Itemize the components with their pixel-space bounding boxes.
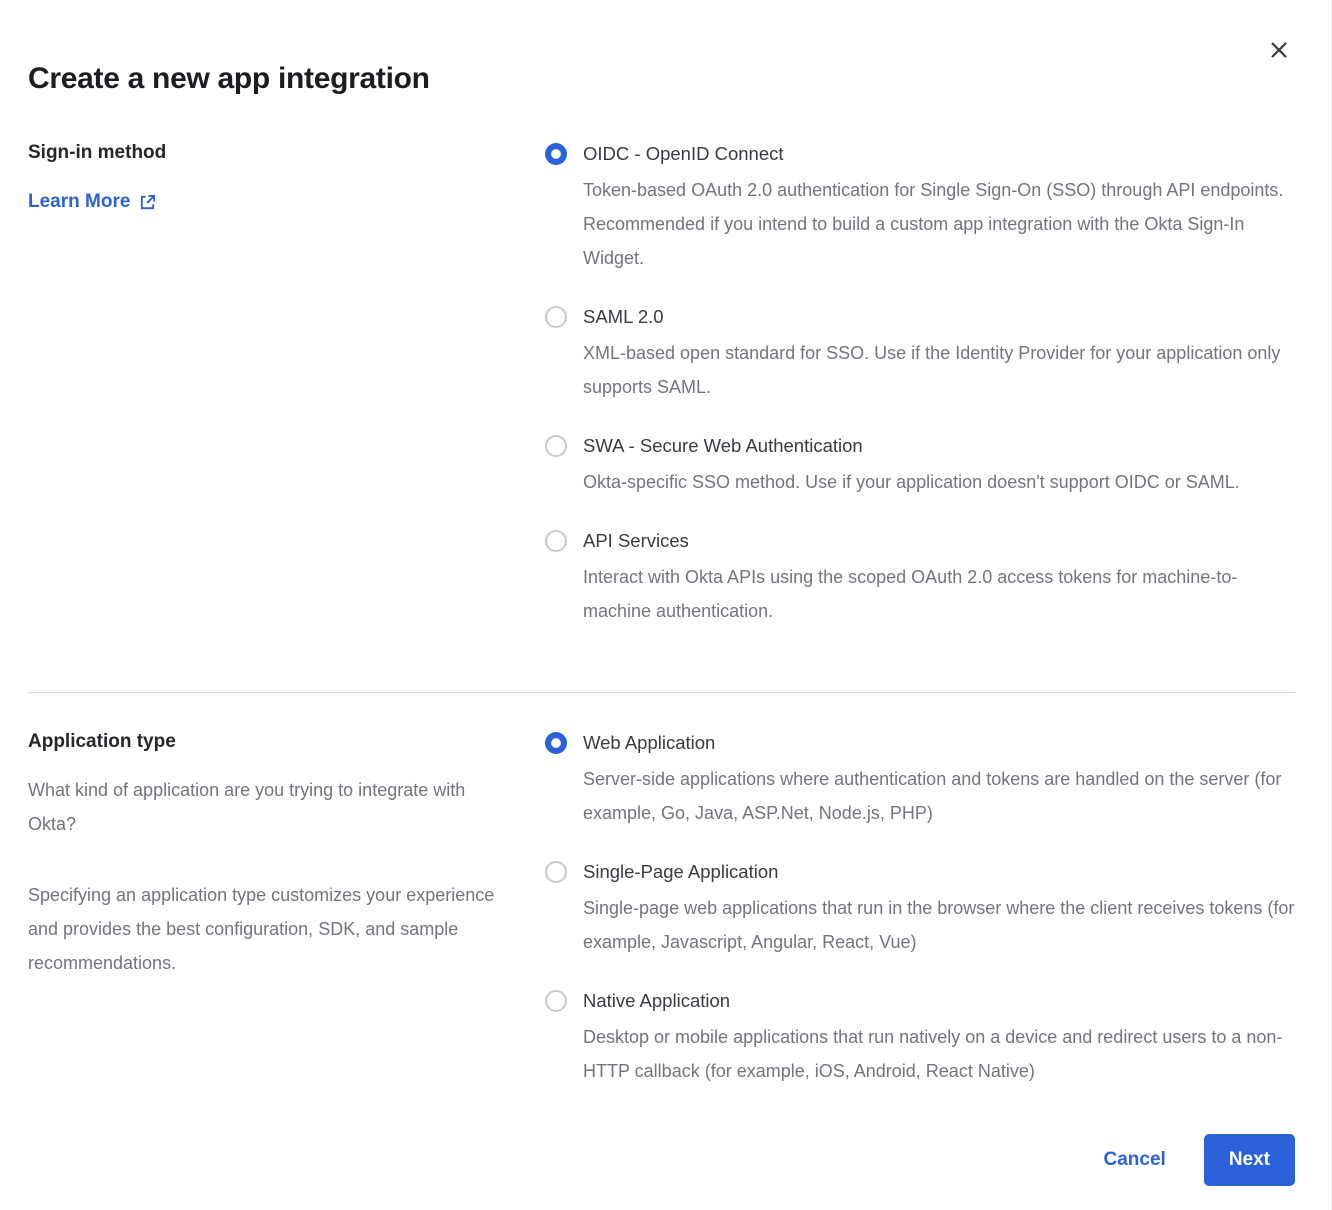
radio-unselected-icon[interactable]	[545, 990, 567, 1012]
radio-unselected-icon[interactable]	[545, 306, 567, 328]
option-label-single-page-application[interactable]: Single-Page Application	[583, 860, 1295, 884]
option-label-api-services[interactable]: API Services	[583, 529, 1295, 553]
cancel-button[interactable]: Cancel	[1104, 1149, 1166, 1171]
learn-more-label: Learn More	[28, 191, 130, 213]
external-link-icon	[139, 194, 156, 211]
application-type-section: Application type What kind of applicatio…	[28, 731, 1295, 1088]
option-description-single-page-application: Single-page web applications that run in…	[583, 891, 1295, 959]
option-description-native-application: Desktop or mobile applications that run …	[583, 1020, 1295, 1088]
option-description-saml: XML-based open standard for SSO. Use if …	[583, 336, 1295, 404]
close-icon	[1270, 41, 1288, 59]
radio-option-oidc[interactable]: OIDC - OpenID Connect Token-based OAuth …	[545, 142, 1295, 275]
application-type-intro: What kind of application are you trying …	[28, 773, 500, 841]
section-divider	[28, 692, 1295, 693]
radio-unselected-icon[interactable]	[545, 861, 567, 883]
option-description-oidc: Token-based OAuth 2.0 authentication for…	[583, 173, 1295, 275]
dialog-title: Create a new app integration	[28, 62, 1295, 96]
close-button[interactable]	[1265, 36, 1293, 64]
radio-option-native-application[interactable]: Native Application Desktop or mobile app…	[545, 989, 1295, 1088]
application-type-label: Application type	[28, 731, 545, 753]
radio-selected-icon[interactable]	[545, 732, 567, 754]
radio-option-web-application[interactable]: Web Application Server-side applications…	[545, 731, 1295, 830]
radio-unselected-icon[interactable]	[545, 435, 567, 457]
option-description-swa: Okta-specific SSO method. Use if your ap…	[583, 465, 1240, 499]
create-app-integration-dialog: Create a new app integration Sign-in met…	[0, 0, 1331, 1210]
radio-option-single-page-application[interactable]: Single-Page Application Single-page web …	[545, 860, 1295, 959]
signin-method-section: Sign-in method Learn More OIDC - OpenID …	[28, 142, 1295, 628]
application-type-note: Specifying an application type customize…	[28, 878, 500, 980]
option-label-native-application[interactable]: Native Application	[583, 989, 1295, 1013]
radio-selected-icon[interactable]	[545, 143, 567, 165]
radio-option-api-services[interactable]: API Services Interact with Okta APIs usi…	[545, 529, 1295, 628]
learn-more-link[interactable]: Learn More	[28, 191, 156, 213]
radio-option-swa[interactable]: SWA - Secure Web Authentication Okta-spe…	[545, 434, 1295, 499]
option-label-saml[interactable]: SAML 2.0	[583, 305, 1295, 329]
option-description-api-services: Interact with Okta APIs using the scoped…	[583, 560, 1295, 628]
option-label-swa[interactable]: SWA - Secure Web Authentication	[583, 434, 1240, 458]
option-description-web-application: Server-side applications where authentic…	[583, 762, 1295, 830]
dialog-footer: Cancel Next	[28, 1134, 1295, 1186]
next-button[interactable]: Next	[1204, 1134, 1295, 1186]
signin-method-label: Sign-in method	[28, 142, 545, 164]
option-label-web-application[interactable]: Web Application	[583, 731, 1295, 755]
radio-option-saml[interactable]: SAML 2.0 XML-based open standard for SSO…	[545, 305, 1295, 404]
radio-unselected-icon[interactable]	[545, 530, 567, 552]
option-label-oidc[interactable]: OIDC - OpenID Connect	[583, 142, 1295, 166]
